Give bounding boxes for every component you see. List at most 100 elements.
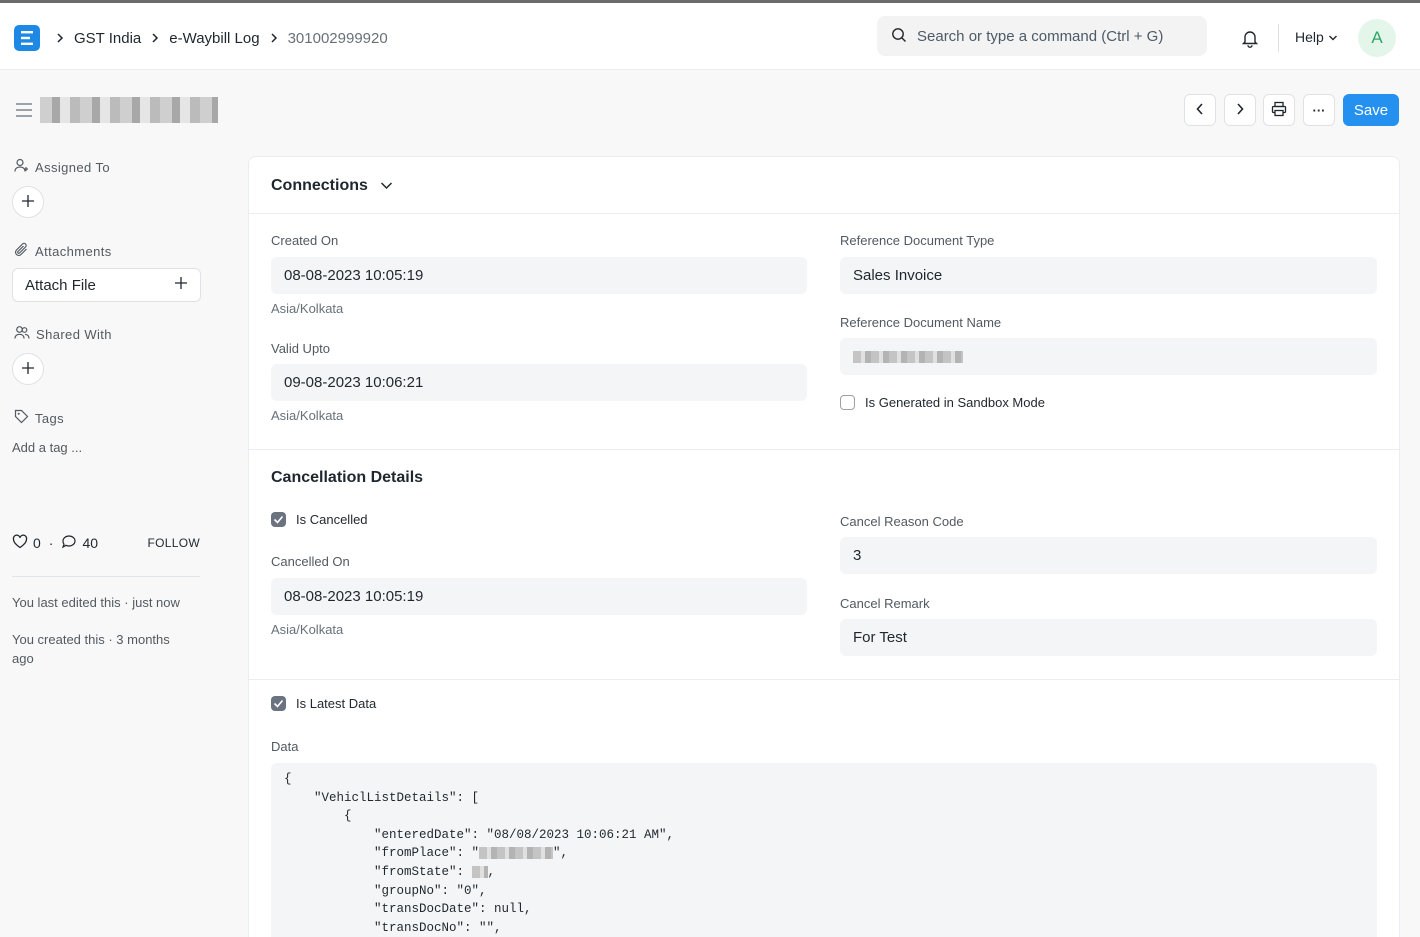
valid-upto-field[interactable]: 09-08-2023 10:06:21 bbox=[271, 364, 807, 401]
assigned-to-label: Assigned To bbox=[35, 159, 110, 175]
help-label: Help bbox=[1295, 29, 1324, 45]
code-line: "enteredDate": "08/08/2023 10:06:21 AM", bbox=[284, 827, 675, 842]
plus-icon bbox=[21, 194, 35, 211]
valid-upto-timezone: Asia/Kolkata bbox=[271, 408, 344, 423]
save-button[interactable]: Save bbox=[1343, 94, 1399, 126]
assigned-to-heading: Assigned To bbox=[14, 158, 110, 176]
code-line: "transDocNo": "", bbox=[284, 920, 502, 935]
code-line-prefix: "fromPlace": " bbox=[284, 846, 480, 861]
checkbox-checked-icon bbox=[271, 696, 286, 711]
search-icon bbox=[891, 27, 907, 46]
comment-count: 40 bbox=[82, 535, 99, 551]
search-input[interactable] bbox=[917, 27, 1197, 45]
tag-icon bbox=[14, 409, 29, 427]
code-line: { bbox=[284, 809, 352, 824]
chevron-right-icon bbox=[1235, 102, 1245, 119]
redacted-value bbox=[853, 350, 963, 363]
code-line: "fromPlace": " ", bbox=[284, 844, 1364, 863]
sidebar-toggle-icon[interactable] bbox=[14, 101, 34, 122]
code-line: "groupNo": "0", bbox=[284, 883, 487, 898]
plus-icon bbox=[21, 361, 35, 378]
valid-upto-label: Valid Upto bbox=[271, 341, 331, 356]
chevron-right-icon bbox=[270, 32, 278, 44]
previous-doc-button[interactable] bbox=[1184, 94, 1216, 126]
attachments-heading: Attachments bbox=[14, 242, 112, 260]
cancelled-on-timezone: Asia/Kolkata bbox=[271, 622, 344, 637]
user-add-icon bbox=[14, 158, 29, 176]
code-line: "fromState": , bbox=[284, 863, 1364, 882]
page-title-redacted bbox=[40, 97, 218, 123]
add-share-button[interactable] bbox=[12, 353, 44, 385]
cancelled-on-field[interactable]: 08-08-2023 10:05:19 bbox=[271, 578, 807, 615]
section-divider bbox=[249, 679, 1399, 680]
is-cancelled-label: Is Cancelled bbox=[296, 512, 368, 527]
created-on-label: Created On bbox=[271, 233, 339, 248]
chevron-down-icon bbox=[1328, 29, 1338, 45]
ref-doc-type-label: Reference Document Type bbox=[840, 233, 995, 248]
chevron-down-icon bbox=[380, 177, 393, 195]
connections-title: Connections bbox=[271, 177, 368, 194]
cancelled-on-label: Cancelled On bbox=[271, 554, 350, 569]
print-button[interactable] bbox=[1263, 94, 1295, 126]
checkbox-unchecked-icon bbox=[840, 395, 855, 410]
follow-button[interactable]: FOLLOW bbox=[148, 536, 200, 550]
add-tag-link[interactable]: Add a tag ... bbox=[12, 440, 82, 455]
like-count: 0 bbox=[33, 535, 41, 551]
heart-icon[interactable] bbox=[12, 534, 28, 552]
code-line: "VehiclListDetails": [ bbox=[284, 790, 480, 805]
attachments-label: Attachments bbox=[35, 243, 112, 259]
sandbox-mode-checkbox[interactable]: Is Generated in Sandbox Mode bbox=[840, 395, 1045, 410]
code-line-prefix: "fromState": bbox=[284, 864, 472, 879]
avatar[interactable]: A bbox=[1358, 19, 1396, 57]
help-dropdown[interactable]: Help bbox=[1295, 29, 1338, 45]
engagement-stats: 0 · 40 FOLLOW bbox=[12, 534, 200, 552]
section-divider bbox=[249, 213, 1399, 214]
cancel-reason-code-label: Cancel Reason Code bbox=[840, 514, 964, 529]
cancel-remark-field[interactable]: For Test bbox=[840, 619, 1377, 656]
add-assignee-button[interactable] bbox=[12, 186, 44, 218]
cancellation-title: Cancellation Details bbox=[271, 469, 424, 486]
data-label: Data bbox=[271, 739, 299, 754]
cancel-reason-code-field[interactable]: 3 bbox=[840, 537, 1377, 574]
users-icon bbox=[14, 325, 30, 343]
navbar-divider bbox=[1278, 24, 1279, 52]
created-on-timezone: Asia/Kolkata bbox=[271, 301, 344, 316]
ref-doc-name-field[interactable] bbox=[840, 338, 1377, 375]
attach-file-label: Attach File bbox=[25, 276, 96, 294]
sandbox-mode-label: Is Generated in Sandbox Mode bbox=[865, 395, 1045, 410]
breadcrumb-gst-india[interactable]: GST India bbox=[74, 30, 141, 47]
more-actions-button[interactable]: ··· bbox=[1303, 94, 1335, 126]
comment-icon[interactable] bbox=[61, 534, 77, 552]
paperclip-icon bbox=[14, 242, 29, 260]
redacted-value bbox=[479, 847, 554, 860]
shared-with-heading: Shared With bbox=[14, 325, 112, 343]
printer-icon bbox=[1271, 101, 1287, 120]
data-code-editor[interactable]: { "VehiclListDetails": [ { "enteredDate"… bbox=[271, 763, 1377, 937]
search-bar[interactable] bbox=[877, 16, 1207, 56]
next-doc-button[interactable] bbox=[1224, 94, 1256, 126]
created-text: You created this · 3 months ago bbox=[12, 632, 170, 666]
connections-section-toggle[interactable]: Connections bbox=[271, 177, 393, 195]
is-latest-data-checkbox[interactable]: Is Latest Data bbox=[271, 696, 376, 711]
plus-icon bbox=[174, 276, 188, 294]
notification-bell-icon[interactable] bbox=[1240, 28, 1260, 51]
is-cancelled-checkbox[interactable]: Is Cancelled bbox=[271, 512, 368, 527]
code-line: { bbox=[284, 772, 292, 786]
tags-label: Tags bbox=[35, 410, 65, 426]
app-logo[interactable] bbox=[14, 25, 40, 51]
chevron-right-icon bbox=[56, 32, 64, 44]
chevron-left-icon bbox=[1195, 102, 1205, 119]
cancellation-section-heading: Cancellation Details bbox=[271, 469, 423, 487]
created-on-field[interactable]: 08-08-2023 10:05:19 bbox=[271, 257, 807, 294]
sidebar-divider bbox=[12, 576, 200, 577]
code-line-suffix: , bbox=[487, 864, 496, 879]
attach-file-button[interactable]: Attach File bbox=[12, 268, 201, 302]
ref-doc-type-field[interactable]: Sales Invoice bbox=[840, 257, 1377, 294]
last-edited-text: You last edited this · just now bbox=[12, 595, 180, 610]
chevron-right-icon bbox=[151, 32, 159, 44]
breadcrumb-ewaybill-log[interactable]: e-Waybill Log bbox=[169, 30, 259, 47]
code-line-suffix: ", bbox=[553, 846, 569, 861]
stats-separator: · bbox=[48, 535, 54, 551]
checkbox-checked-icon bbox=[271, 512, 286, 527]
redacted-value bbox=[471, 865, 488, 878]
